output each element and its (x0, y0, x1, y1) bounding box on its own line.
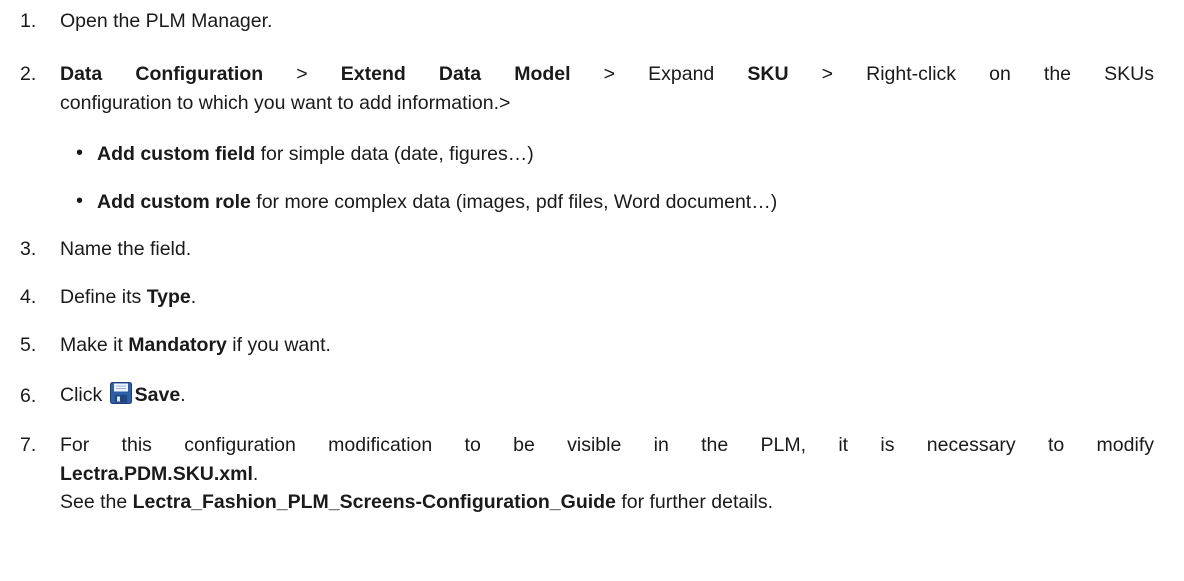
step-number: 7. (20, 434, 37, 456)
bullet-symbol: • (76, 190, 84, 212)
text-pre: Define its (60, 286, 147, 308)
text-post: . (190, 286, 197, 308)
text-pre: Make it (60, 334, 129, 356)
text-post: . (252, 463, 259, 485)
step-number: 2. (20, 63, 37, 85)
step-number: 6. (20, 385, 37, 407)
step-number: 4. (20, 286, 37, 308)
menu-path-sku: SKU (747, 63, 789, 85)
bullet-symbol: • (76, 142, 84, 164)
menu-path-data-configuration: Data Configuration (60, 63, 264, 85)
floppy-disk-icon (109, 382, 132, 404)
save-term: Save (134, 384, 181, 406)
path-text-rest: > Right-click on the SKUs (788, 63, 1154, 85)
step-text-line1: For this configuration modification to b… (60, 434, 1154, 456)
bullet-text: for more complex data (images, pdf files… (250, 191, 778, 213)
step-text: Click Save. (60, 382, 1154, 407)
bullet-item-custom-field: Add custom field for simple data (date, … (97, 143, 534, 166)
step-text: Make it Mandatory if you want. (60, 334, 1154, 357)
text-pre: See the (60, 491, 133, 513)
menu-path-extend-data-model: Extend Data Model (340, 63, 571, 85)
step-number: 3. (20, 238, 37, 260)
path-text: > Expand (570, 63, 748, 85)
text-post: if you want. (226, 334, 331, 356)
step-text: Open the PLM Manager. (60, 10, 273, 32)
step-text-line1: Data Configuration > Extend Data Model >… (60, 63, 1154, 86)
path-separator: > (263, 63, 341, 85)
step-number: 5. (20, 334, 37, 356)
guide-name: Lectra_Fashion_PLM_Screens-Configuration… (132, 491, 616, 513)
bullet-bold: Add custom role (97, 191, 251, 213)
bullet-text: for simple data (date, figures…) (255, 143, 534, 165)
bullet-bold: Add custom field (97, 143, 256, 165)
step-text-line2: configuration to which you want to add i… (60, 92, 511, 114)
field-type-term: Type (146, 286, 191, 308)
step-text: Define its Type. (60, 286, 1154, 309)
step-text: Name the field. (60, 238, 192, 260)
xml-file-name: Lectra.PDM.SKU.xml (60, 463, 253, 485)
bullet-item-custom-role: Add custom role for more complex data (i… (97, 191, 777, 214)
step-text-line3: See the Lectra_Fashion_PLM_Screens-Confi… (60, 491, 1154, 514)
mandatory-term: Mandatory (128, 334, 227, 356)
text-pre: Click (60, 384, 108, 406)
step-text-line2: Lectra.PDM.SKU.xml. (60, 463, 1154, 486)
text-post: . (180, 384, 186, 406)
step-number: 1. (20, 10, 37, 32)
text-post: for further details. (615, 491, 774, 513)
